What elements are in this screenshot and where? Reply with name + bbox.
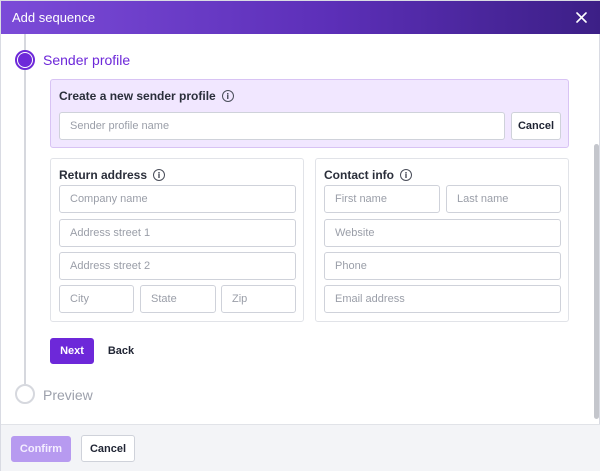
modal-body: Sender profile Create a new sender profi…: [1, 34, 600, 424]
contact-info-card: Contact info i: [315, 158, 569, 322]
website-input[interactable]: [324, 219, 561, 247]
sender-profile-name-input[interactable]: [59, 112, 505, 140]
return-address-card: Return address i: [50, 158, 304, 322]
step-title-sender-profile: Sender profile: [43, 52, 131, 68]
modal-footer: Confirm Cancel: [1, 424, 600, 471]
info-icon[interactable]: i: [221, 90, 234, 102]
cancel-new-profile-button[interactable]: Cancel: [511, 112, 561, 140]
next-button[interactable]: Next: [50, 338, 94, 364]
modal-title: Add sequence: [12, 10, 96, 25]
cancel-button[interactable]: Cancel: [81, 435, 135, 462]
email-address-input[interactable]: [324, 285, 561, 313]
city-input[interactable]: [59, 285, 134, 313]
create-profile-heading: Create a new sender profile i: [59, 89, 234, 103]
state-input[interactable]: [140, 285, 216, 313]
info-icon[interactable]: i: [153, 169, 166, 181]
return-address-label: Return address: [59, 168, 148, 182]
zip-input[interactable]: [221, 285, 296, 313]
step-title-preview: Preview: [43, 387, 93, 403]
contact-info-label: Contact info: [324, 168, 394, 182]
create-sender-profile-panel: Create a new sender profile i Cancel: [50, 79, 569, 148]
step-indicator-active: [15, 50, 35, 70]
phone-input[interactable]: [324, 252, 561, 280]
stepper-line: [24, 34, 26, 384]
address-street-2-input[interactable]: [59, 252, 296, 280]
info-icon[interactable]: i: [400, 169, 412, 181]
scrollbar-thumb[interactable]: [594, 144, 599, 419]
step-indicator-inactive: [15, 384, 35, 404]
back-button[interactable]: Back: [101, 338, 141, 364]
modal-header: Add sequence: [1, 1, 600, 34]
close-icon[interactable]: [573, 9, 589, 25]
first-name-input[interactable]: [324, 185, 440, 213]
create-profile-label: Create a new sender profile: [59, 89, 216, 103]
confirm-button[interactable]: Confirm: [11, 436, 71, 462]
last-name-input[interactable]: [446, 185, 561, 213]
address-street-1-input[interactable]: [59, 219, 296, 247]
return-address-heading: Return address i: [59, 168, 166, 182]
add-sequence-modal: Add sequence Sender profile Create a new…: [0, 0, 600, 471]
company-name-input[interactable]: [59, 185, 296, 213]
contact-info-heading: Contact info i: [324, 168, 412, 182]
